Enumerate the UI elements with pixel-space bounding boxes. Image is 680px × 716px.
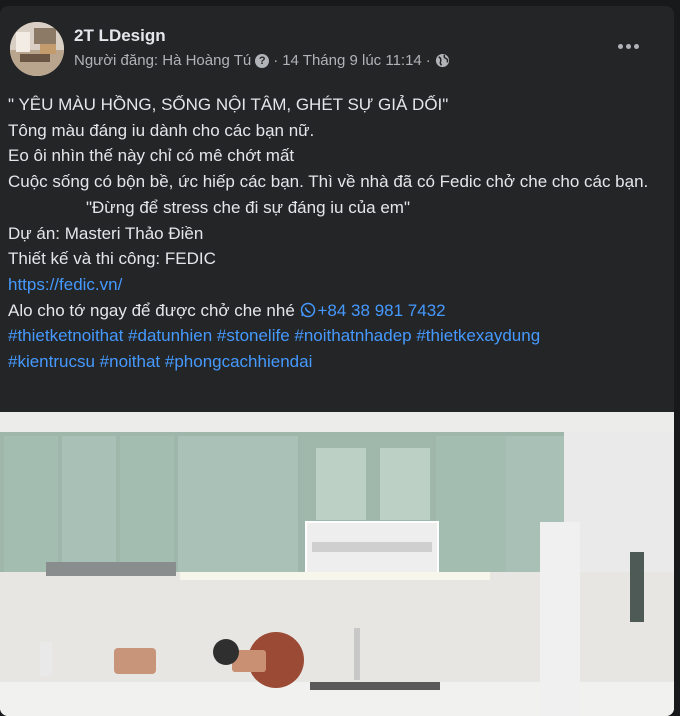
posted-by[interactable]: Người đăng: Hà Hoàng Tú [74, 52, 251, 69]
post-timestamp[interactable]: 14 Tháng 9 lúc 11:14 [282, 52, 422, 69]
page-avatar[interactable] [10, 22, 64, 76]
text-line: Eo ôi nhìn thế này chỉ có mê chớt mất [8, 146, 295, 166]
avatar-image [10, 22, 64, 76]
post-header: 2T LDesign Người đăng: Hà Hoàng Tú ? · 1… [10, 22, 660, 78]
meta-separator-2: · [425, 52, 431, 69]
post-photo[interactable] [0, 412, 674, 716]
more-horizontal-icon [617, 43, 623, 49]
question-icon[interactable]: ? [255, 53, 270, 68]
more-options-button[interactable] [610, 28, 646, 64]
phone-link[interactable]: +84 38 981 7432 [318, 301, 446, 320]
text-line: "Đừng để stress che đi sự đáng iu của em… [86, 197, 410, 217]
contact-text: Alo cho tớ ngay để được chở che nhé [8, 300, 300, 320]
globe-icon[interactable] [435, 53, 450, 68]
more-dot [625, 43, 631, 49]
hashtags[interactable]: #kientrucsu #noithat #phongcachhiendai [8, 352, 312, 371]
text-line: Cuộc sống có bộn bề, ức hiếp các bạn. Th… [8, 172, 649, 192]
whatsapp-icon [300, 302, 315, 317]
more-dot [633, 43, 639, 49]
post-meta: Người đăng: Hà Hoàng Tú ? · 14 Tháng 9 l… [74, 52, 450, 69]
contact-line: Alo cho tớ ngay để được chở che nhé +84 … [8, 298, 658, 324]
text-line: Thiết kế và thi công: FEDIC [8, 249, 216, 269]
text-line: " YÊU MÀU HỒNG, SỐNG NỘI TÂM, GHÉT SỰ GI… [8, 95, 449, 114]
website-link[interactable]: https://fedic.vn/ [8, 275, 122, 294]
post-text: " YÊU MÀU HỒNG, SỐNG NỘI TÂM, GHÉT SỰ GI… [8, 92, 658, 375]
hashtags[interactable]: #thietketnoithat #datunhien #stonelife #… [8, 326, 540, 345]
post-card: 2T LDesign Người đăng: Hà Hoàng Tú ? · 1… [0, 6, 674, 716]
meta-separator: · [273, 52, 279, 69]
text-line: Dự án: Masteri Thảo Điền [8, 223, 204, 243]
author-name[interactable]: 2T LDesign [74, 26, 166, 46]
kitchen-image [0, 412, 674, 716]
text-line: Tông màu đáng iu dành cho các bạn nữ. [8, 120, 315, 140]
